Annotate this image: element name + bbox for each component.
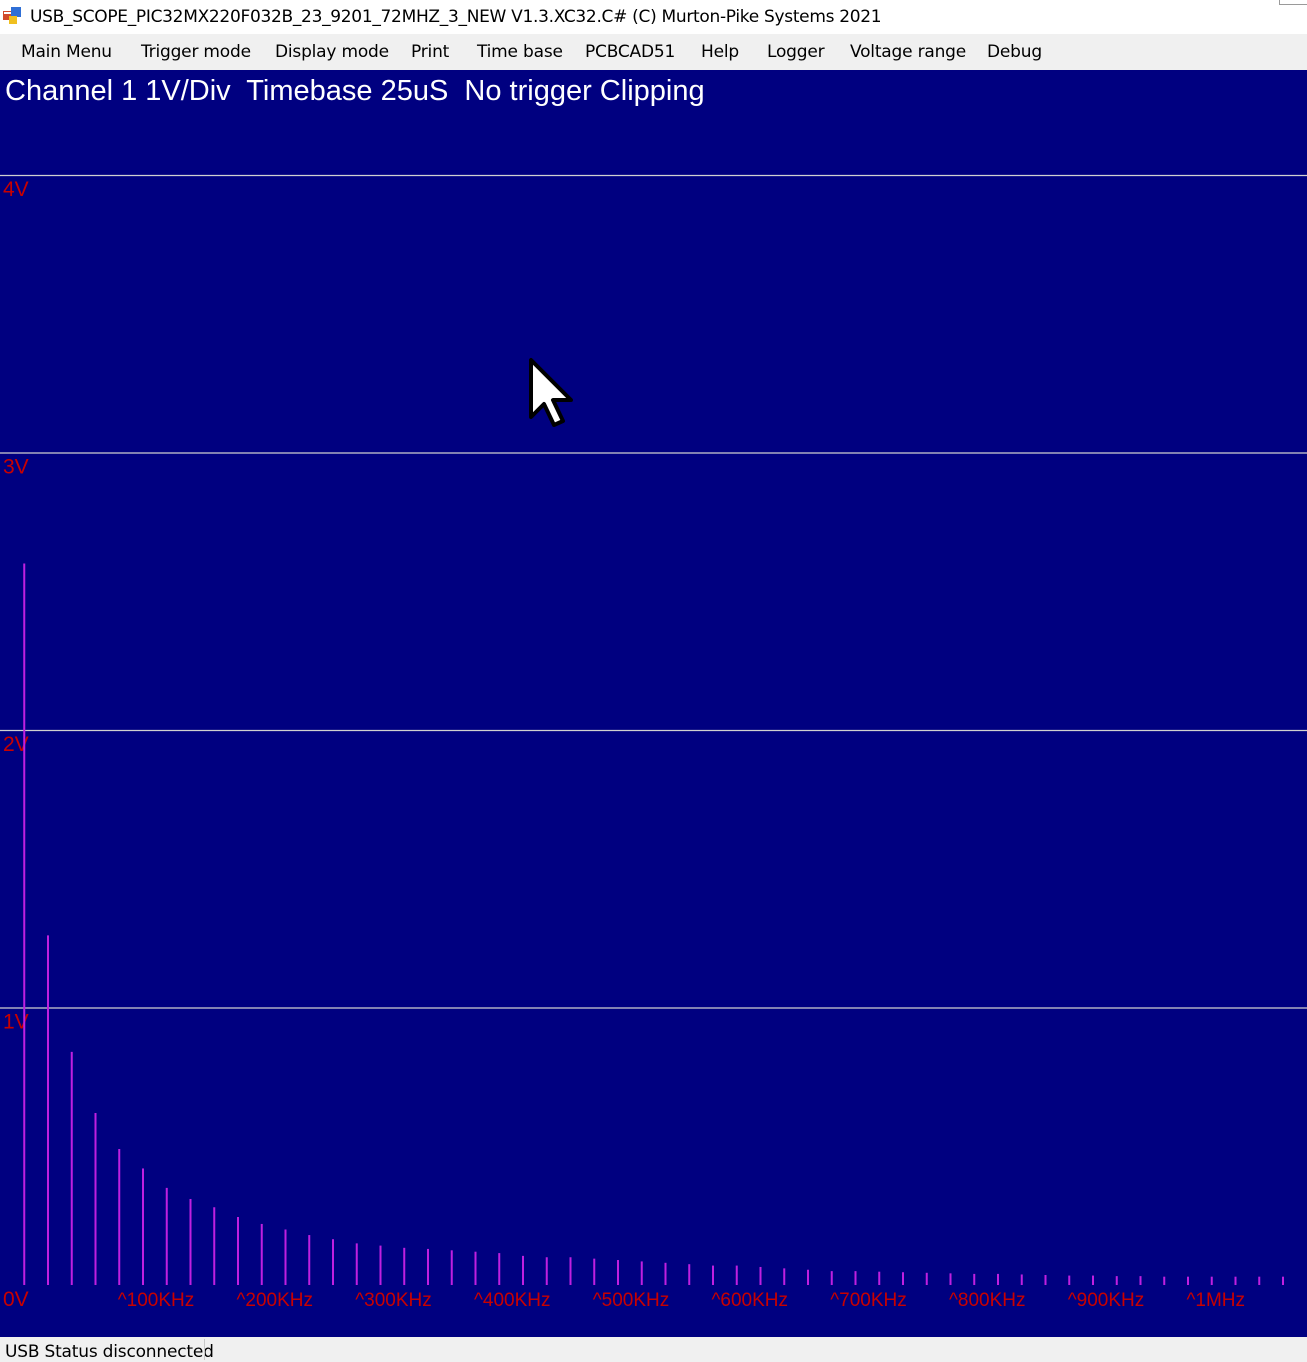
menu-display-mode[interactable]: Display mode bbox=[275, 42, 389, 62]
x-tick-label: ^400KHz bbox=[474, 1290, 551, 1311]
app-window-icon bbox=[3, 7, 21, 24]
menu-voltage-range[interactable]: Voltage range bbox=[850, 42, 966, 62]
title-bar: USB_SCOPE_PIC32MX220F032B_23_9201_72MHZ_… bbox=[0, 0, 1307, 34]
window-title: USB_SCOPE_PIC32MX220F032B_23_9201_72MHZ_… bbox=[30, 7, 882, 27]
menu-trigger-mode[interactable]: Trigger mode bbox=[141, 42, 251, 62]
menu-debug[interactable]: Debug bbox=[987, 42, 1042, 62]
menu-main-menu[interactable]: Main Menu bbox=[21, 42, 112, 62]
scope-header: Channel 1 1V/Div Timebase 25uS No trigge… bbox=[5, 75, 705, 107]
x-tick-label: ^300KHz bbox=[355, 1290, 432, 1311]
menu-time-base[interactable]: Time base bbox=[477, 42, 563, 62]
menu-print[interactable]: Print bbox=[411, 42, 449, 62]
x-tick-label: ^900KHz bbox=[1068, 1290, 1145, 1311]
x-tick-label: ^600KHz bbox=[712, 1290, 789, 1311]
y-tick-label: 4V bbox=[3, 178, 29, 201]
y-tick-label: 3V bbox=[3, 456, 29, 479]
spectrum-plot: 4V3V2V1V0V ^100KHz ^200KHz ^300KHz ^400KHz ^5… bbox=[0, 174, 1307, 1311]
scope-display[interactable]: 4V 3V 2V 1V 0V ^100KHz ^200KHz ^300KHz ^400KHz ^5… bbox=[0, 70, 1307, 1337]
menu-bar: Main Menu Trigger mode Display mode Prin… bbox=[0, 34, 1307, 70]
y-tick-label: 0V bbox=[3, 1288, 29, 1311]
menu-help[interactable]: Help bbox=[701, 42, 739, 62]
x-tick-label: ^700KHz bbox=[830, 1290, 907, 1311]
x-tick-label: ^200KHz bbox=[237, 1290, 314, 1311]
x-tick-label: ^100KHz bbox=[118, 1290, 195, 1311]
x-tick-label: ^500KHz bbox=[593, 1290, 670, 1311]
x-tick-label: ^1MHz bbox=[1187, 1290, 1246, 1311]
usb-status-label: USB Status disconnected bbox=[5, 1342, 214, 1362]
mouse-pointer-icon bbox=[529, 358, 573, 427]
window-corner-frame bbox=[1279, 0, 1307, 5]
status-divider bbox=[204, 1339, 205, 1360]
menu-pcbcad51[interactable]: PCBCAD51 bbox=[585, 42, 675, 62]
x-tick-label: ^800KHz bbox=[949, 1290, 1026, 1311]
menu-logger[interactable]: Logger bbox=[767, 42, 825, 62]
status-bar: USB Status disconnected bbox=[0, 1337, 1307, 1362]
